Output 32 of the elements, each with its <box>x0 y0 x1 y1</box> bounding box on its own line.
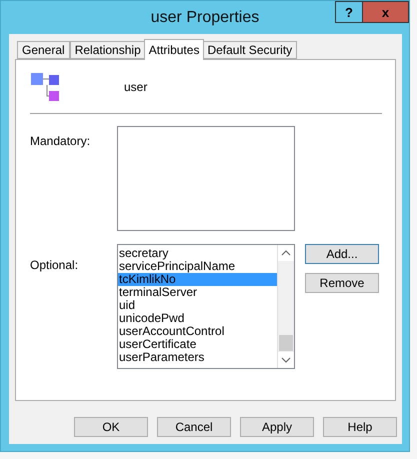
optional-label: Optional: <box>30 257 80 274</box>
dialog-button[interactable]: OK <box>74 417 148 437</box>
remove-button[interactable]: Remove <box>305 273 379 293</box>
mandatory-list[interactable] <box>117 126 295 231</box>
scroll-thumb[interactable] <box>279 335 293 351</box>
tab[interactable]: Relationship <box>70 41 146 59</box>
add-button[interactable]: Add... <box>305 244 379 264</box>
list-item[interactable]: servicePrincipalName <box>118 260 277 273</box>
scroll-up-icon[interactable] <box>278 245 294 261</box>
tab[interactable]: Attributes <box>144 39 204 60</box>
list-item[interactable]: userParameters <box>118 351 277 364</box>
window-title: user Properties <box>150 8 260 26</box>
optional-list[interactable]: secretary servicePrincipalName tcKimlikNo terminalServer uid unicodePwd userAccountControl userCertificate userParameters <box>117 244 295 369</box>
scrollbar[interactable] <box>277 245 294 368</box>
list-item[interactable]: unicodePwd <box>118 312 277 325</box>
class-hierarchy-icon <box>30 72 62 102</box>
tab[interactable]: Default Security <box>202 41 298 59</box>
list-item[interactable]: userCertificate <box>118 338 277 351</box>
dialog-button[interactable]: Help <box>323 417 397 437</box>
class-name: user <box>124 80 148 94</box>
mandatory-label: Mandatory: <box>30 133 92 150</box>
list-item[interactable]: userAccountControl <box>118 325 277 338</box>
help-button[interactable]: ? <box>335 1 363 23</box>
dialog-button[interactable]: Apply <box>240 417 314 437</box>
scroll-down-icon[interactable] <box>278 352 294 368</box>
list-item[interactable]: uid <box>118 299 277 312</box>
list-item[interactable]: secretary <box>118 247 277 260</box>
tab[interactable]: General <box>17 41 70 59</box>
list-item[interactable]: tcKimlikNo <box>118 273 277 286</box>
dialog-button[interactable]: Cancel <box>157 417 231 437</box>
close-button[interactable]: x <box>363 1 409 23</box>
list-item[interactable]: terminalServer <box>118 286 277 299</box>
